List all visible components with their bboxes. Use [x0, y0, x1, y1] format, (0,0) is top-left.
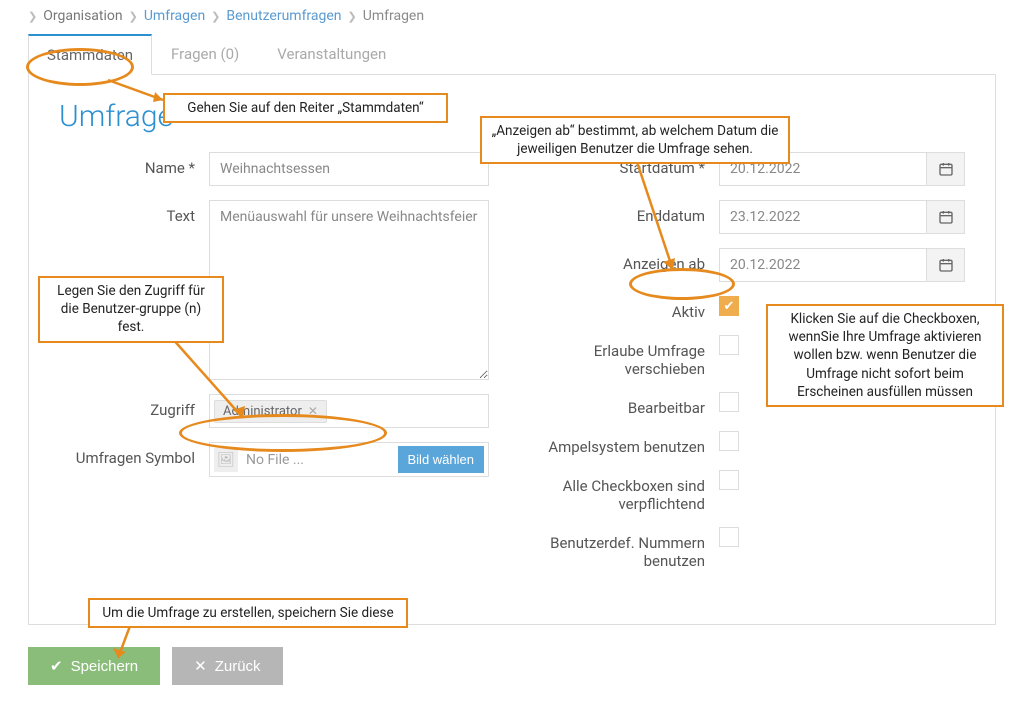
nummern-checkbox[interactable]	[719, 527, 739, 547]
chevron-right-icon: ❯	[129, 10, 138, 23]
check-icon: ✔	[50, 657, 63, 675]
callout-stammdaten: Gehen Sie auf den Reiter „Stammdaten“	[163, 93, 448, 123]
symbol-label: Umfragen Symbol	[59, 442, 209, 467]
enddatum-label: Enddatum	[529, 200, 719, 225]
name-field[interactable]	[209, 152, 489, 186]
chevron-right-icon: ❯	[28, 10, 37, 23]
ampel-checkbox[interactable]	[719, 431, 739, 451]
anzeigen-ab-field[interactable]	[719, 248, 927, 282]
allecb-label: Alle Checkboxen sind verpflichtend	[529, 470, 719, 513]
allecb-checkbox[interactable]	[719, 470, 739, 490]
close-icon: ✕	[194, 657, 207, 675]
nummern-label: Benutzerdef. Nummern benutzen	[529, 527, 719, 570]
breadcrumb-current: Umfragen	[363, 8, 424, 24]
breadcrumb-umfragen[interactable]: Umfragen	[144, 8, 205, 24]
text-label: Text	[59, 200, 209, 225]
chevron-right-icon: ❯	[348, 10, 357, 23]
highlight-zugriff	[179, 414, 387, 452]
bearbeitbar-label: Bearbeitbar	[529, 392, 719, 417]
back-button[interactable]: ✕ Zurück	[172, 647, 282, 685]
verschieben-checkbox[interactable]	[719, 335, 739, 355]
callout-zugriff: Legen Sie den Zugriff für die Benutzer-g…	[38, 276, 224, 343]
aktiv-checkbox[interactable]	[719, 296, 739, 316]
highlight-anzeigen-ab	[629, 268, 735, 300]
tab-fragen[interactable]: Fragen (0)	[152, 34, 258, 75]
verschieben-label: Erlaube Umfrage verschieben	[529, 335, 719, 378]
ampel-label: Ampelsystem benutzen	[529, 431, 719, 456]
enddatum-field[interactable]	[719, 200, 927, 234]
callout-aktiv: Klicken Sie auf die Checkboxen, wennSie …	[766, 304, 1004, 407]
tab-strip: Stammdaten Fragen (0) Veranstaltungen	[28, 34, 996, 75]
breadcrumb-org: Organisation	[43, 8, 122, 24]
tab-veranstaltungen[interactable]: Veranstaltungen	[258, 34, 405, 75]
calendar-icon[interactable]	[927, 152, 965, 186]
calendar-icon[interactable]	[927, 248, 965, 282]
callout-save: Um die Umfrage zu erstellen, speichern S…	[88, 598, 408, 628]
chevron-right-icon: ❯	[211, 10, 220, 23]
callout-anzeigen-ab: „Anzeigen ab“ bestimmt, ab welchem Datum…	[480, 116, 790, 164]
zugriff-label: Zugriff	[59, 394, 209, 419]
save-button[interactable]: ✔ Speichern	[28, 647, 160, 685]
calendar-icon[interactable]	[927, 200, 965, 234]
breadcrumb-benutzerumfragen[interactable]: Benutzerumfragen	[226, 8, 341, 24]
breadcrumb: ❯ Organisation ❯ Umfragen ❯ Benutzerumfr…	[28, 8, 996, 24]
bearbeitbar-checkbox[interactable]	[719, 392, 739, 412]
text-field[interactable]: Menüauswahl für unsere Weihnachtsfeier	[209, 200, 489, 380]
no-file-text: No File ...	[244, 452, 392, 468]
image-placeholder-icon: 🖼	[214, 448, 238, 472]
name-label: Name *	[59, 152, 209, 177]
highlight-stammdaten-tab	[26, 48, 134, 86]
choose-image-button[interactable]: Bild wählen	[398, 446, 485, 473]
